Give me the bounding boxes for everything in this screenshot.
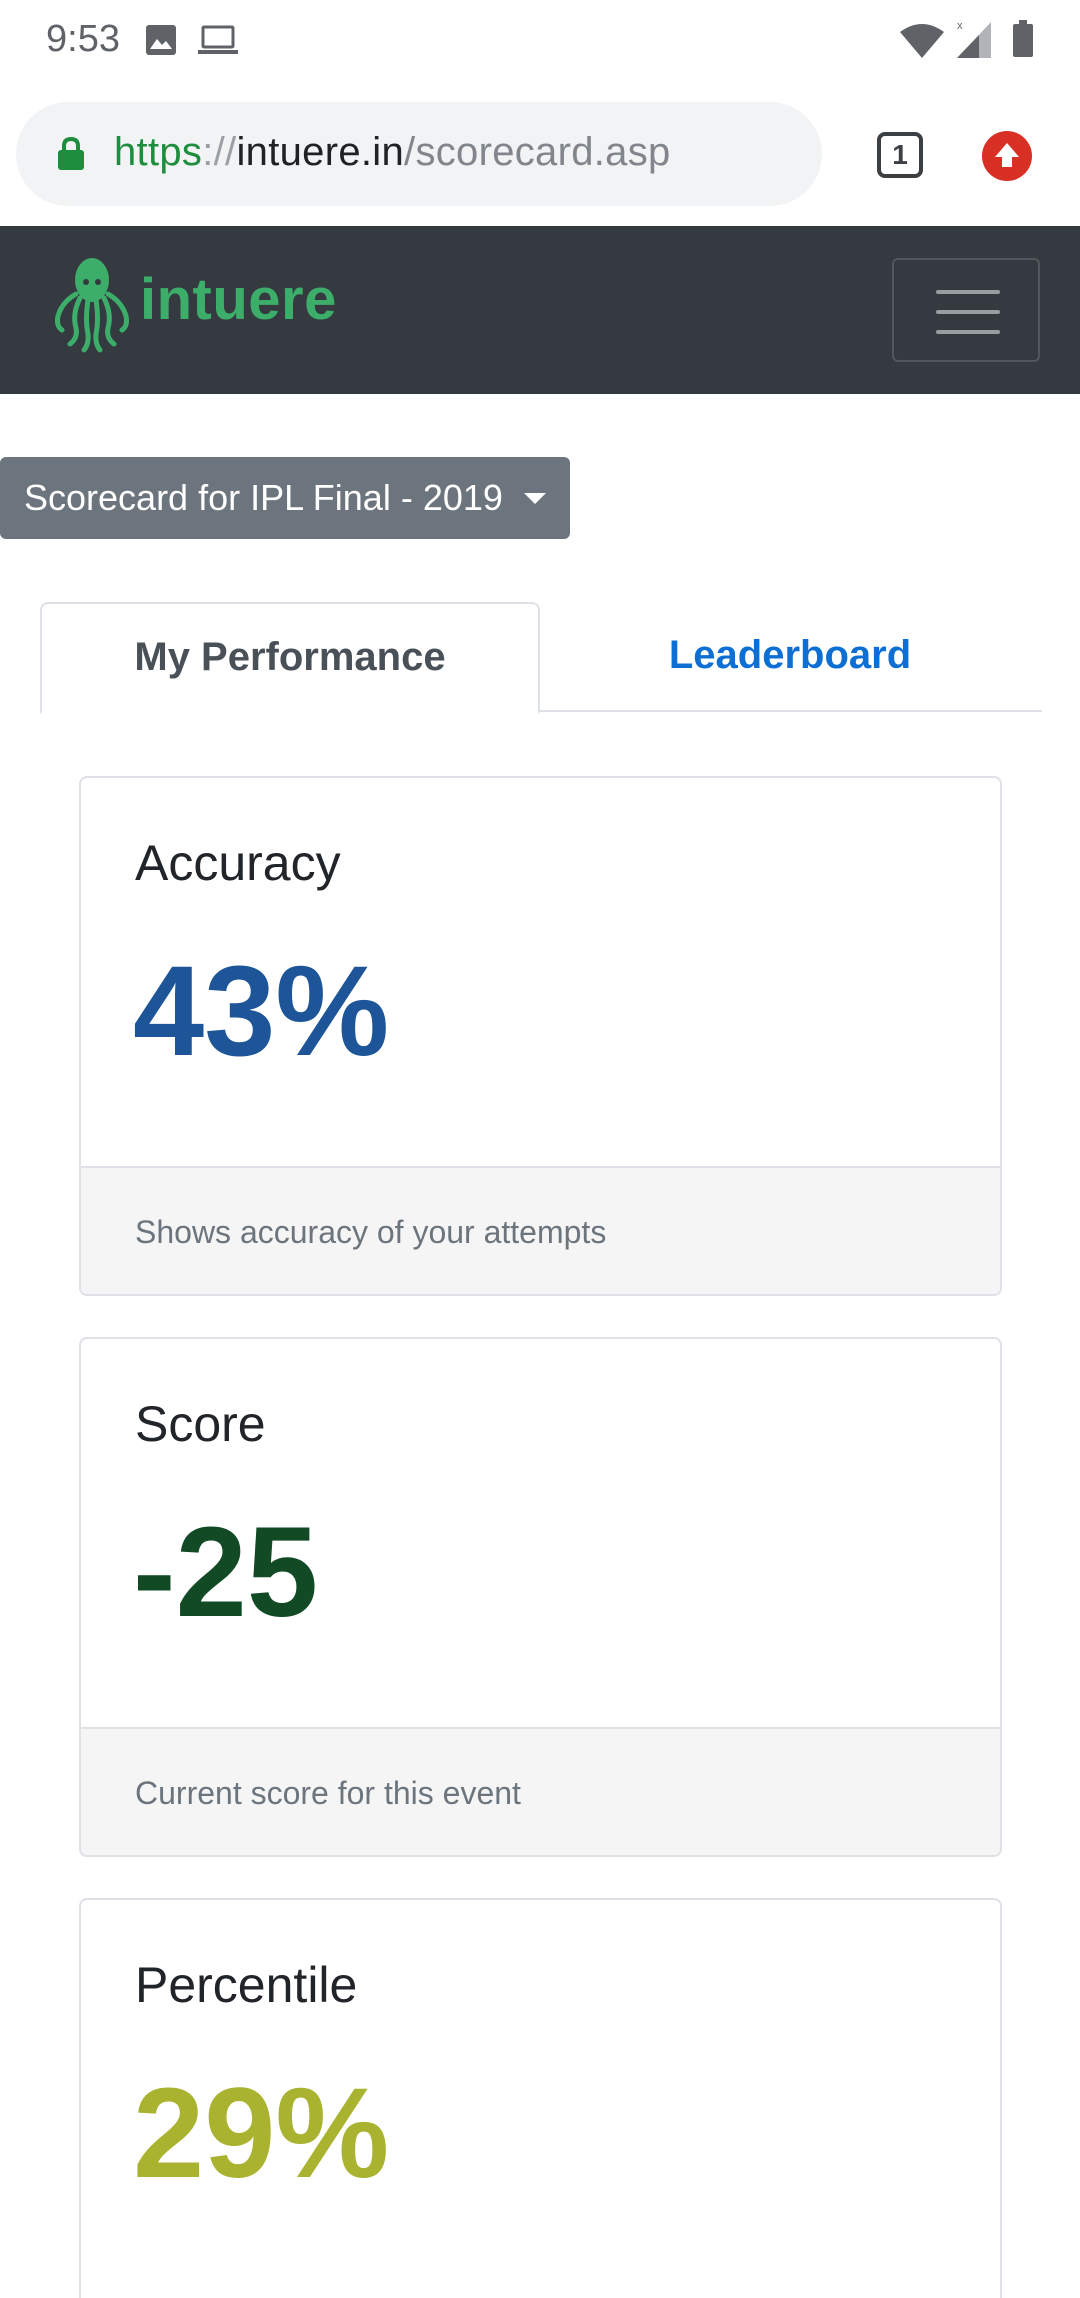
brand-name[interactable]: intuere [140,266,337,333]
menu-toggle-button[interactable] [892,258,1040,362]
caret-down-icon [524,493,546,504]
accuracy-card: Accuracy 43% Shows accuracy of your atte… [79,776,1002,1296]
card-body: Accuracy 43% [81,778,1000,1166]
percentile-value: 29% [133,2062,390,2205]
hamburger-icon-line-1 [936,290,1000,294]
status-time: 9:53 [46,18,120,60]
url-text[interactable]: https://intuere.in/scorecard.asp [114,130,671,175]
card-footer: Current score for this event [81,1727,1000,1855]
address-bar[interactable]: https://intuere.in/scorecard.asp [16,102,822,206]
url-host: intuere.in [236,130,405,174]
url-scheme: https [114,130,203,174]
card-footer: Shows accuracy of your attempts [81,1166,1000,1294]
signal-icon: x [957,20,991,58]
status-bar: 9:53 x x [0,0,1080,80]
laptop-icon [198,25,238,54]
score-value: -25 [133,1501,318,1644]
score-card: Score -25 Current score for this event [79,1337,1002,1857]
scorecard-dropdown-label: Scorecard for IPL Final - 2019 [24,477,503,518]
url-path: /scorecard.asp [404,130,671,174]
card-body: Score -25 [81,1339,1000,1727]
gallery-icon [146,25,176,55]
scorecard-tabs: My Performance Leaderboard [40,602,1042,714]
percentile-card: Percentile 29% [79,1898,1002,2298]
card-footer-text: Current score for this event [135,1775,521,1811]
svg-text:x: x [957,20,963,32]
browser-toolbar: https://intuere.in/scorecard.asp 1 [0,80,1080,226]
tab-switcher-button[interactable]: 1 [877,132,923,178]
card-title: Score [135,1396,266,1452]
hamburger-icon-line-3 [936,330,1000,334]
arrow-up-icon [995,143,1019,167]
lock-icon [58,136,84,170]
card-title: Accuracy [135,835,341,891]
tab-my-performance[interactable]: My Performance [40,602,540,714]
card-body: Percentile 29% [81,1900,1000,2288]
card-title: Percentile [135,1957,358,2013]
url-separator: :// [202,130,237,174]
accuracy-value: 43% [133,940,390,1083]
battery-icon [1013,20,1033,57]
wifi-icon: x [900,24,944,58]
tab-count: 1 [892,139,908,170]
card-footer-text: Shows accuracy of your attempts [135,1214,607,1250]
tab-leaderboard[interactable]: Leaderboard [540,602,1040,712]
scorecard-dropdown[interactable]: Scorecard for IPL Final - 2019 [0,457,570,539]
octopus-logo-icon[interactable] [52,254,132,354]
site-navbar: intuere [0,226,1080,394]
hamburger-icon-line-2 [936,310,1000,314]
update-button[interactable] [982,131,1032,181]
